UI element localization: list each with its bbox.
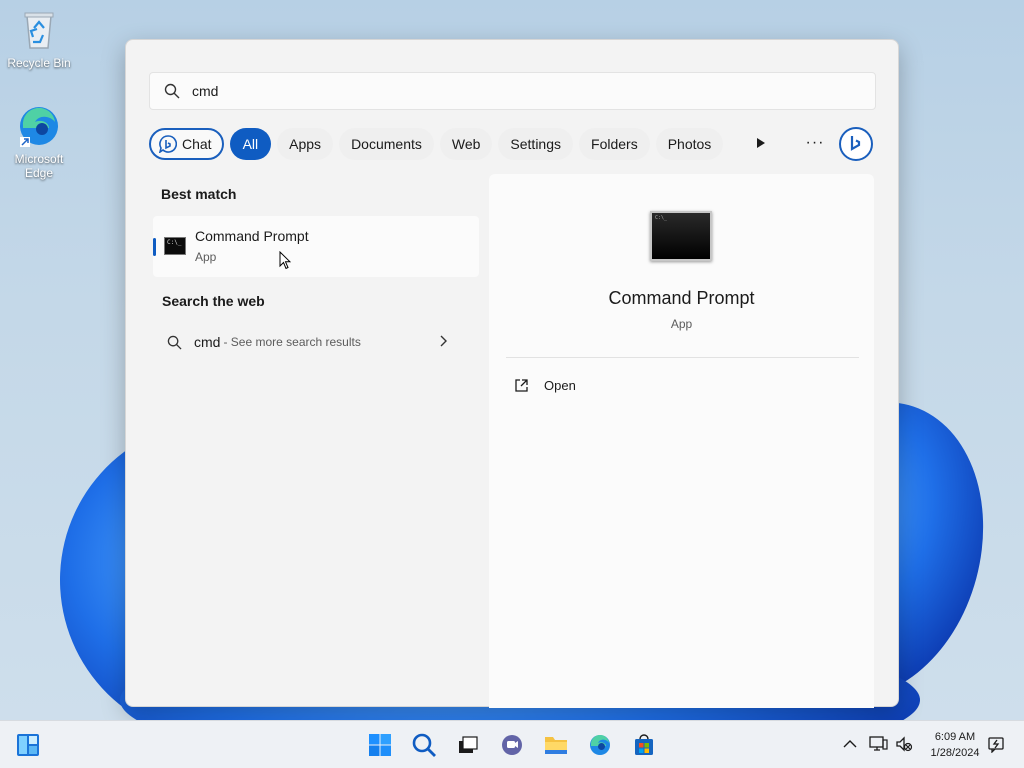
show-hidden-icons-button[interactable]	[840, 733, 860, 755]
detail-title: Command Prompt	[608, 288, 755, 308]
selection-indicator	[153, 238, 156, 256]
search-box[interactable]	[149, 72, 876, 110]
search-icon	[164, 83, 180, 99]
detail-subtitle: App	[670, 317, 693, 331]
chevron-up-icon	[843, 740, 857, 748]
notification-icon	[988, 737, 1004, 753]
filter-apps[interactable]: Apps	[277, 128, 334, 160]
desktop-icon-microsoft-edge[interactable]: Microsoft Edge	[3, 104, 75, 180]
play-icon	[757, 138, 765, 148]
command-prompt-large-icon: C:\_	[650, 211, 712, 261]
scroll-filters-button[interactable]	[745, 127, 777, 159]
clock-date: 1/28/2024	[930, 747, 980, 759]
desktop-icon-label: Microsoft Edge	[14, 152, 64, 180]
task-view-icon	[459, 736, 478, 753]
bing-chat-icon	[159, 135, 177, 153]
bing-icon	[850, 136, 861, 151]
result-name: Command Prompt	[195, 228, 309, 244]
bing-button[interactable]	[839, 127, 873, 161]
folder-icon	[545, 737, 567, 754]
network-icon	[869, 736, 888, 751]
filter-bar: Chat All Apps Documents Web Settings Fol…	[149, 127, 879, 161]
filter-all[interactable]: All	[229, 128, 272, 160]
filter-documents[interactable]: Documents	[339, 128, 434, 160]
recycle-bin-icon	[24, 12, 54, 49]
desktop-icon-recycle-bin[interactable]: Recycle Bin	[3, 8, 75, 70]
filter-photos[interactable]: Photos	[655, 128, 724, 160]
filter-web[interactable]: Web	[439, 128, 493, 160]
store-icon	[635, 734, 653, 755]
web-query: cmd	[194, 334, 221, 350]
command-prompt-icon: C:\_	[164, 237, 186, 255]
notifications-button[interactable]	[986, 733, 1006, 755]
filter-chat[interactable]: Chat	[149, 128, 224, 160]
clock[interactable]: 6:09 AM 1/28/2024	[920, 729, 990, 761]
volume-muted-icon	[896, 736, 913, 752]
open-action-label: Open	[544, 378, 576, 393]
result-type: App	[195, 250, 217, 264]
edge-taskbar-button[interactable]	[586, 731, 614, 759]
best-match-heading: Best match	[161, 186, 237, 202]
teams-chat-button[interactable]	[498, 731, 526, 759]
search-icon	[412, 733, 436, 757]
start-button[interactable]	[366, 731, 394, 759]
windows-logo-icon	[369, 734, 391, 756]
search-icon	[167, 335, 182, 350]
filter-chat-label: Chat	[182, 136, 212, 152]
volume-button[interactable]	[894, 733, 914, 755]
mouse-cursor-icon	[279, 251, 291, 270]
open-external-icon	[515, 379, 528, 392]
network-button[interactable]	[868, 733, 888, 755]
search-flyout: Chat All Apps Documents Web Settings Fol…	[125, 39, 899, 708]
edge-icon	[20, 107, 58, 147]
best-match-result[interactable]: C:\_ Command Prompt App	[153, 216, 479, 277]
search-input[interactable]	[192, 83, 792, 99]
detail-pane: C:\_ Command Prompt App Open	[489, 174, 874, 708]
microsoft-store-button[interactable]	[630, 731, 658, 759]
chevron-right-icon	[440, 335, 447, 347]
teams-chat-icon	[502, 735, 522, 755]
taskbar: 6:09 AM 1/28/2024	[0, 720, 1024, 768]
task-view-button[interactable]	[454, 731, 482, 759]
widgets-button[interactable]	[14, 731, 42, 759]
file-explorer-button[interactable]	[542, 731, 570, 759]
web-search-result[interactable]: cmd - See more search results	[153, 322, 479, 362]
edge-icon	[590, 734, 610, 755]
web-query-suffix: - See more search results	[223, 335, 361, 349]
search-taskbar-button[interactable]	[410, 731, 438, 759]
filter-settings[interactable]: Settings	[498, 128, 574, 160]
more-options-button[interactable]: ···	[799, 127, 831, 159]
clock-time: 6:09 AM	[934, 731, 976, 743]
open-action[interactable]: Open	[514, 378, 576, 393]
search-web-heading: Search the web	[162, 293, 265, 309]
widgets-icon	[17, 734, 39, 756]
filter-folders[interactable]: Folders	[579, 128, 650, 160]
divider	[506, 357, 859, 358]
desktop-icon-label: Recycle Bin	[7, 56, 71, 70]
